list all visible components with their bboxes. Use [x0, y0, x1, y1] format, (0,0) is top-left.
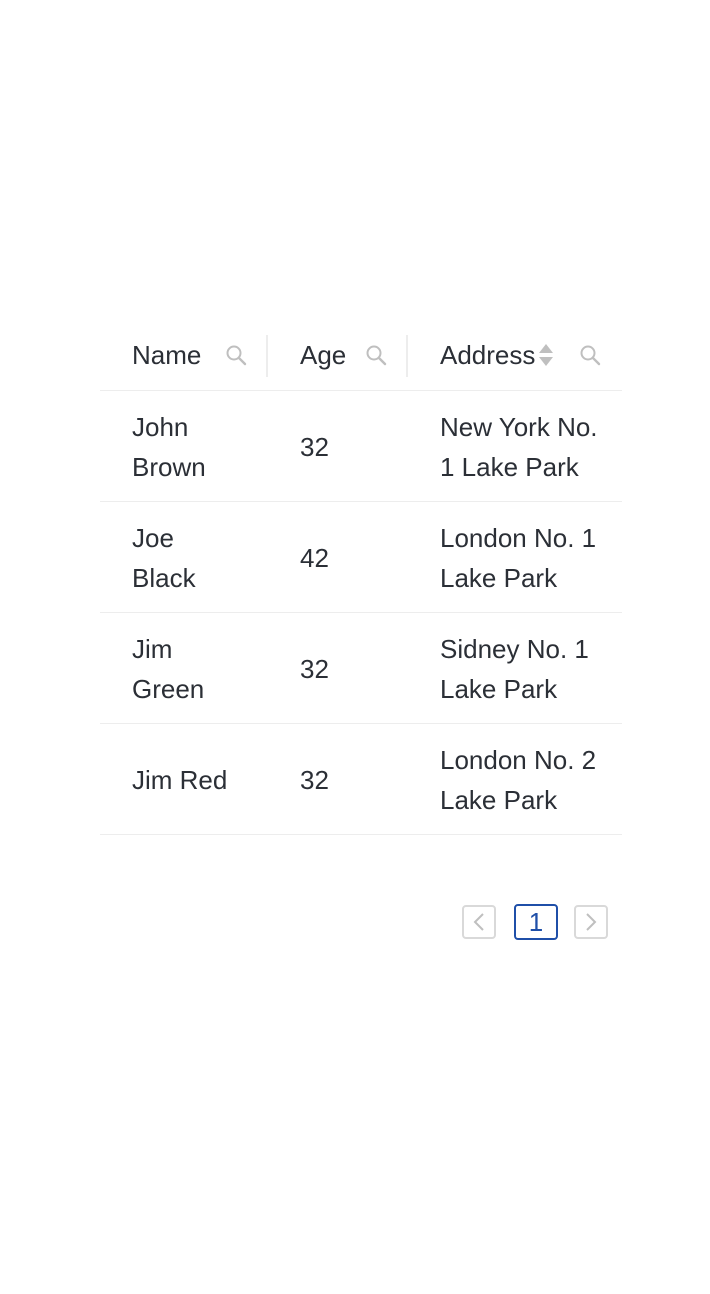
column-title-address: Address — [440, 339, 536, 370]
cell-address: New York No. 1 Lake Park — [408, 390, 622, 502]
cell-address: London No. 2 Lake Park — [408, 723, 622, 835]
table-header: Name Age Address — [100, 320, 622, 391]
data-table-container: Name Age Address John Brown 32 New York … — [100, 320, 622, 835]
cell-age: 32 — [268, 723, 408, 835]
cell-address: Sidney No. 1 Lake Park — [408, 612, 622, 724]
chevron-right-icon — [586, 913, 597, 931]
cell-name: John Brown — [100, 390, 268, 502]
search-icon[interactable] — [364, 343, 388, 367]
column-header-address[interactable]: Address — [408, 320, 622, 391]
chevron-left-icon — [473, 913, 484, 931]
data-table: Name Age Address John Brown 32 New York … — [100, 320, 622, 835]
prev-page-button[interactable] — [462, 905, 496, 939]
table-row: Jim Red 32 London No. 2 Lake Park — [100, 723, 622, 835]
next-page-button[interactable] — [574, 905, 608, 939]
pagination: 1 — [462, 904, 608, 940]
search-icon[interactable] — [578, 343, 602, 367]
cell-age: 32 — [268, 390, 408, 502]
cell-age: 42 — [268, 501, 408, 613]
cell-name: Jim Green — [100, 612, 268, 724]
column-title-age: Age — [300, 339, 347, 370]
table-body: John Brown 32 New York No. 1 Lake Park J… — [100, 390, 622, 835]
search-icon[interactable] — [224, 343, 248, 367]
sort-icon[interactable] — [537, 341, 555, 369]
column-header-age: Age — [268, 320, 408, 391]
table-row: Jim Green 32 Sidney No. 1 Lake Park — [100, 612, 622, 724]
cell-name: Joe Black — [100, 501, 268, 613]
page-item-current[interactable]: 1 — [514, 904, 558, 940]
table-header-row: Name Age Address — [100, 320, 622, 391]
column-header-name: Name — [100, 320, 268, 391]
cell-name: Jim Red — [100, 723, 268, 835]
cell-address: London No. 1 Lake Park — [408, 501, 622, 613]
cell-age: 32 — [268, 612, 408, 724]
table-row: Joe Black 42 London No. 1 Lake Park — [100, 501, 622, 613]
column-title-name: Name — [132, 339, 202, 370]
table-row: John Brown 32 New York No. 1 Lake Park — [100, 390, 622, 502]
